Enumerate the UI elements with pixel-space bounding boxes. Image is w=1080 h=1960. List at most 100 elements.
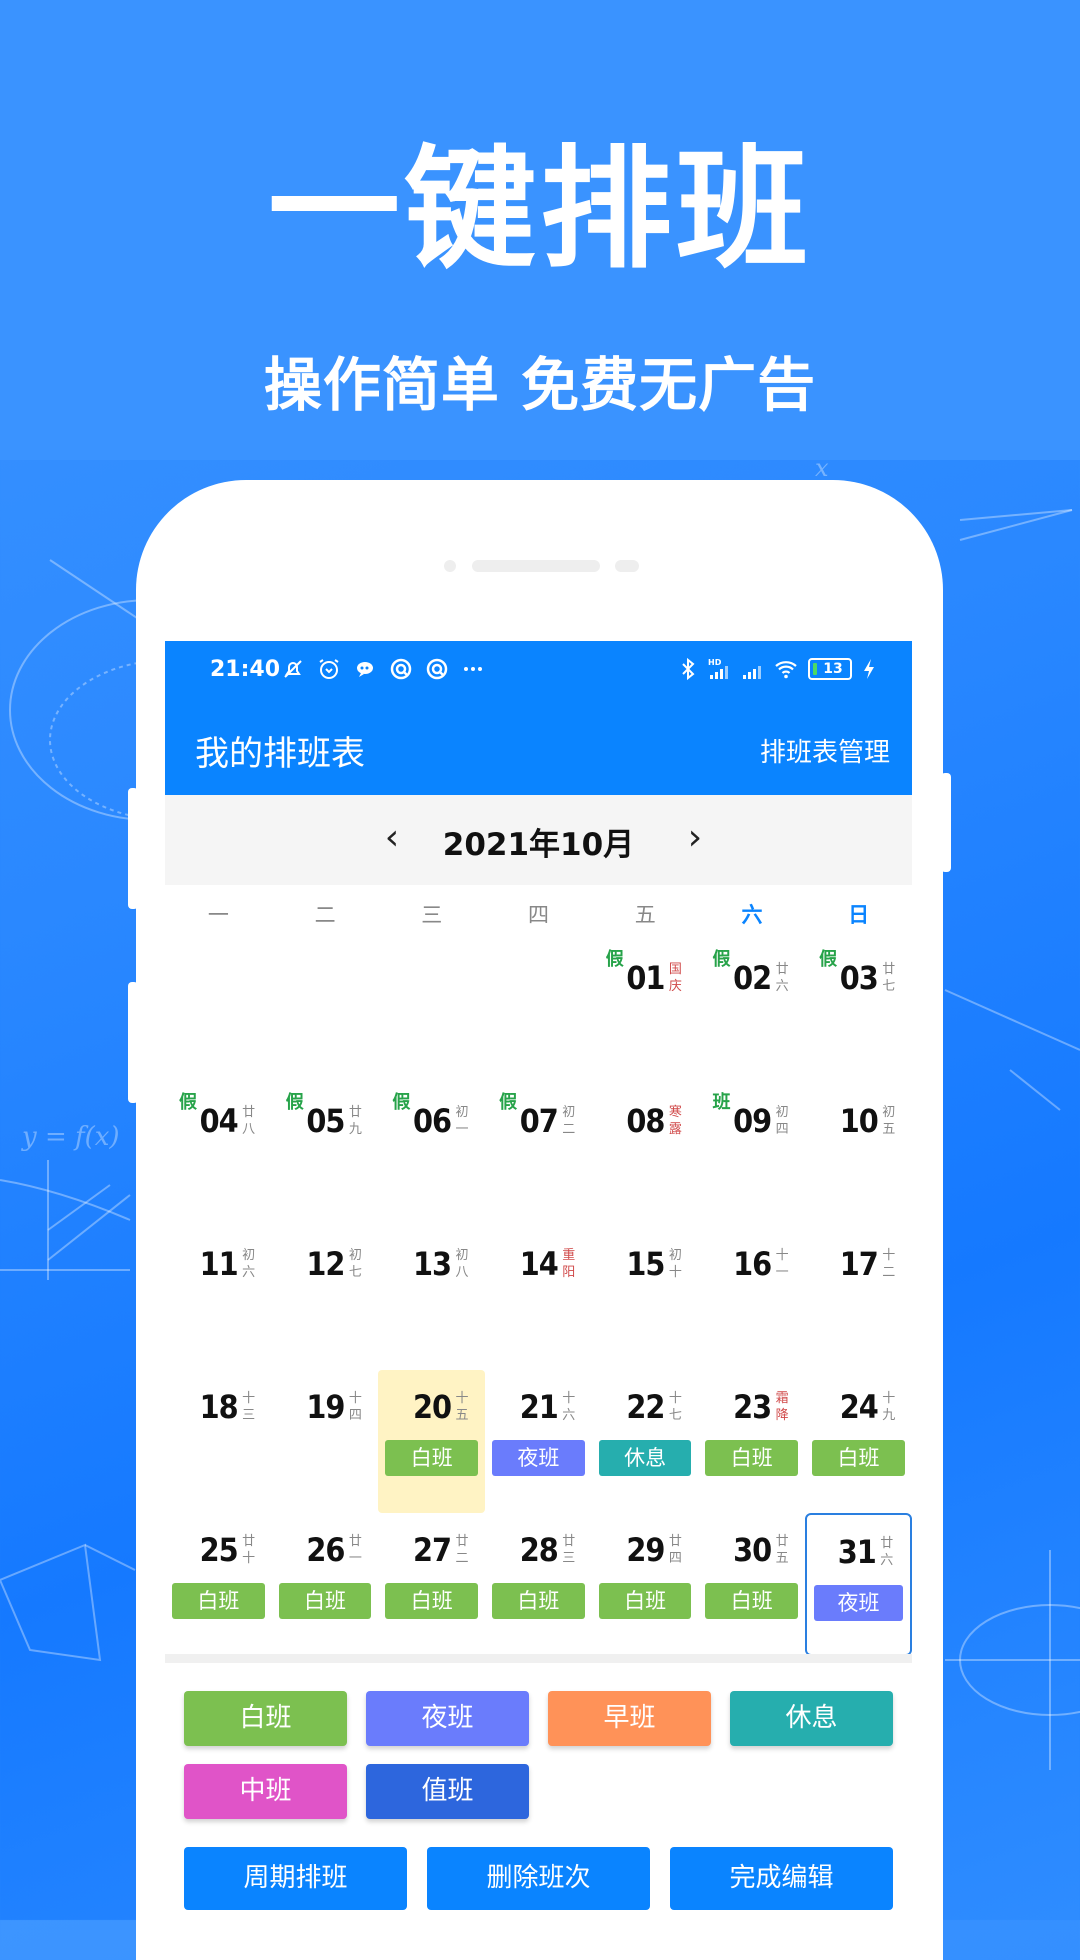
shift-type-button[interactable]: 早班 [548, 1691, 711, 1746]
status-bar: 21:40 HD 13 [165, 641, 912, 702]
wifi-icon [775, 661, 797, 679]
app-circle-icon [390, 658, 412, 680]
shift-badge: 夜班 [492, 1440, 585, 1476]
delete-shift-button[interactable]: 删除班次 [427, 1847, 650, 1910]
lunar-date: 廿八 [242, 1105, 256, 1137]
day-number: 19 [306, 1388, 345, 1426]
day-number: 25 [199, 1531, 239, 1569]
calendar-day-cell[interactable]: 27 廿二白班 [378, 1513, 485, 1656]
calendar-day-cell[interactable]: 30 廿五白班 [698, 1513, 805, 1656]
app-screen: 21:40 HD 13 我的排班表 排班表管理 ‹ 2021年10月 › 一 二 三… [165, 641, 912, 1920]
lunar-date: 重阳 [562, 1248, 576, 1280]
calendar-day-cell[interactable]: 29 廿四白班 [592, 1513, 699, 1656]
lunar-date: 廿七 [882, 962, 896, 994]
phone-sensor [444, 560, 456, 572]
shift-badge: 白班 [705, 1583, 799, 1619]
finish-editing-button[interactable]: 完成编辑 [670, 1847, 893, 1910]
shift-badge: 白班 [385, 1440, 479, 1476]
calendar-day-cell[interactable]: 假 05 廿九 [272, 1084, 379, 1227]
calendar-day-cell[interactable]: 28 廿三白班 [485, 1513, 592, 1656]
shift-badge: 白班 [598, 1583, 692, 1619]
weekday-label: 三 [421, 903, 443, 927]
day-number: 30 [733, 1531, 772, 1569]
holiday-tag: 假 [499, 1092, 518, 1113]
calendar-day-cell[interactable]: 10 初五 [805, 1084, 912, 1227]
calendar-week-row: 假 01 国庆假 02 廿六假 03 廿七 [165, 941, 912, 1084]
shift-badge: 夜班 [814, 1585, 903, 1621]
calendar-day-cell[interactable]: 假 07 初二 [485, 1084, 592, 1227]
calendar-day-cell[interactable]: 31 廿六夜班 [805, 1513, 912, 1656]
calendar-day-cell[interactable]: 20 十五白班 [378, 1370, 486, 1513]
lunar-date: 十二 [882, 1248, 896, 1280]
calendar-day-cell[interactable]: 13 初八 [378, 1227, 485, 1370]
calendar-day-cell[interactable]: 17 十二 [805, 1227, 912, 1370]
day-number: 20 [413, 1388, 452, 1426]
calendar-day-cell[interactable]: 22 十七休息 [592, 1370, 699, 1513]
calendar-day-cell[interactable]: 11 初六 [165, 1227, 272, 1370]
calendar-day-cell[interactable]: 15 初十 [592, 1227, 699, 1370]
lunar-date: 十五 [455, 1391, 469, 1423]
calendar-day-cell[interactable]: 班 09 初四 [698, 1084, 805, 1227]
calendar-day-cell[interactable]: 假 03 廿七 [805, 941, 912, 1084]
bluetooth-icon [682, 657, 695, 681]
page-title: 我的排班表 [195, 734, 365, 774]
lunar-date: 十七 [668, 1391, 682, 1423]
calendar-grid: 假 01 国庆假 02 廿六假 03 廿七假 04 廿八假 05 廿九假 06 初一假 07 初二 08 寒露班… [165, 941, 912, 1656]
lunar-date: 初八 [455, 1248, 469, 1280]
calendar-empty-cell [485, 941, 592, 1084]
month-navigator: ‹ 2021年10月 › [165, 795, 912, 885]
day-number: 11 [199, 1245, 239, 1283]
calendar-day-cell[interactable]: 26 廿一白班 [272, 1513, 379, 1656]
day-number: 07 [519, 1102, 559, 1140]
calendar-day-cell[interactable]: 24 十九白班 [805, 1370, 912, 1513]
lunar-date: 廿十 [242, 1534, 256, 1566]
calendar-day-cell[interactable]: 假 01 国庆 [592, 941, 699, 1084]
lunar-date: 初四 [775, 1105, 789, 1137]
lunar-date: 十三 [242, 1391, 256, 1423]
lunar-date: 初五 [882, 1105, 896, 1137]
shift-type-button[interactable]: 夜班 [366, 1691, 529, 1746]
calendar-day-cell[interactable]: 16 十一 [698, 1227, 805, 1370]
lunar-date: 初十 [668, 1248, 682, 1280]
calendar-day-cell[interactable]: 08 寒露 [592, 1084, 699, 1227]
calendar-day-cell[interactable]: 19 十四 [272, 1370, 379, 1513]
weekday-label: 四 [528, 903, 550, 927]
calendar-day-cell[interactable]: 假 02 廿六 [698, 941, 805, 1084]
schedule-management-button[interactable]: 排班表管理 [760, 732, 890, 769]
battery-level: 13 [823, 661, 843, 677]
shift-badge: 白班 [492, 1583, 585, 1619]
calendar-empty-cell [165, 941, 272, 1084]
calendar-day-cell[interactable]: 假 06 初一 [378, 1084, 485, 1227]
shift-type-button[interactable]: 白班 [184, 1691, 347, 1746]
day-number: 27 [413, 1531, 452, 1569]
shift-type-button[interactable]: 值班 [366, 1764, 529, 1819]
day-number: 03 [839, 959, 879, 997]
status-time: 21:40 [210, 657, 281, 682]
day-number: 10 [839, 1102, 879, 1140]
calendar-day-cell[interactable]: 假 04 廿八 [165, 1084, 272, 1227]
day-number: 21 [519, 1388, 559, 1426]
signal-icon [743, 666, 761, 679]
shift-badge: 白班 [705, 1440, 799, 1476]
cycle-schedule-button[interactable]: 周期排班 [184, 1847, 407, 1910]
calendar-day-cell[interactable]: 18 十三 [165, 1370, 272, 1513]
calendar-empty-cell [272, 941, 379, 1084]
shift-badge: 白班 [385, 1583, 479, 1619]
calendar-day-cell[interactable]: 23 霜降白班 [698, 1370, 805, 1513]
more-dots-icon [464, 667, 482, 671]
calendar-day-cell[interactable]: 14 重阳 [485, 1227, 592, 1370]
phone-speaker [472, 560, 600, 572]
phone-side-button [941, 773, 951, 872]
shift-type-button[interactable]: 中班 [184, 1764, 347, 1819]
calendar-day-cell[interactable]: 12 初七 [272, 1227, 379, 1370]
lunar-date: 初六 [242, 1248, 256, 1280]
promo-headline: 一键排班 [268, 133, 812, 287]
shift-type-button[interactable]: 休息 [730, 1691, 893, 1746]
calendar-day-cell[interactable]: 25 廿十白班 [165, 1513, 272, 1656]
weekday-header: 一二三四五六日 [165, 899, 912, 939]
app-circle-icon [426, 658, 448, 680]
next-month-button[interactable]: › [675, 817, 715, 858]
lunar-date: 廿五 [775, 1534, 789, 1566]
calendar-day-cell[interactable]: 21 十六夜班 [485, 1370, 592, 1513]
day-number: 06 [413, 1102, 452, 1140]
